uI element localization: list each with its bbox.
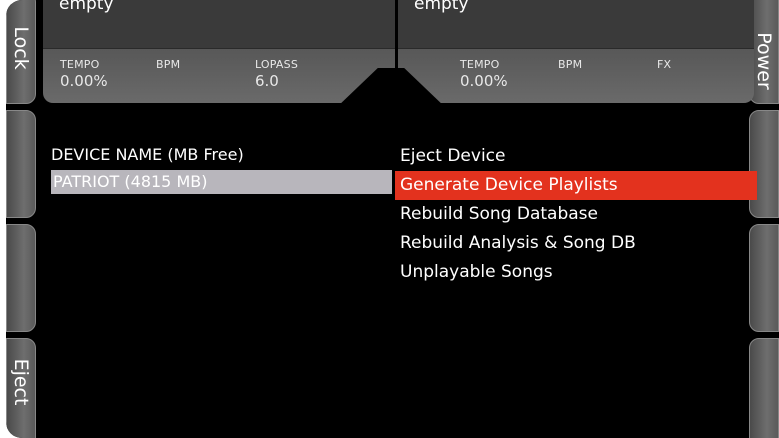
deck-a-bpm: BPM [156, 58, 180, 72]
eject-soft-key[interactable]: Eject [6, 338, 36, 438]
deck-b-bpm: BPM [558, 58, 582, 72]
deck-b-bpm-label: BPM [558, 58, 583, 71]
right-soft-key-4[interactable] [749, 338, 779, 438]
deck-a-lopass-label: LOPASS [255, 58, 299, 71]
menu-item-unplayable-songs[interactable]: Unplayable Songs [395, 258, 757, 287]
deck-a-panel: empty TEMPO 0.00% BPM LOPASS 6.0 [43, 0, 395, 103]
deck-b-fx: FX [657, 58, 671, 72]
deck-b-tempo-label: TEMPO [460, 58, 500, 71]
left-soft-key-2[interactable] [6, 110, 36, 218]
eject-key-label: Eject [10, 358, 32, 406]
device-screen: Lock Eject Power empty TEMPO 0.00% BPM L… [6, 0, 779, 438]
deck-b-tempo: TEMPO 0.00% [460, 58, 508, 90]
deck-a-tempo-label: TEMPO [60, 58, 100, 71]
deck-b-track-name: empty [414, 0, 469, 14]
deck-a-tempo: TEMPO 0.00% [60, 58, 108, 90]
deck-b-panel: empty TEMPO 0.00% BPM FX [398, 0, 754, 103]
deck-a-track-name: empty [59, 0, 114, 14]
menu-item-generate-device-playlists[interactable]: Generate Device Playlists [395, 171, 757, 200]
lock-soft-key[interactable]: Lock [6, 0, 36, 104]
deck-a-lopass-value: 6.0 [255, 72, 279, 90]
left-soft-key-3[interactable] [6, 224, 36, 332]
deck-b-tempo-value: 0.00% [460, 72, 508, 90]
deck-a-tempo-value: 0.00% [60, 72, 108, 90]
power-key-label: Power [753, 32, 775, 90]
deck-a-bpm-label: BPM [156, 58, 181, 71]
menu-item-rebuild-analysis-song-db[interactable]: Rebuild Analysis & Song DB [395, 229, 757, 258]
device-menu: Eject Device Generate Device Playlists R… [395, 142, 757, 287]
device-list-header: DEVICE NAME (MB Free) [51, 145, 244, 164]
deck-b-fx-label: FX [657, 58, 672, 71]
device-list-item[interactable]: PATRIOT (4815 MB) [51, 170, 392, 194]
menu-item-eject-device[interactable]: Eject Device [395, 142, 757, 171]
menu-item-rebuild-song-database[interactable]: Rebuild Song Database [395, 200, 757, 229]
deck-a-lopass: LOPASS 6.0 [255, 58, 298, 90]
lock-key-label: Lock [10, 26, 32, 70]
device-list: DEVICE NAME (MB Free) PATRIOT (4815 MB) [51, 144, 392, 194]
